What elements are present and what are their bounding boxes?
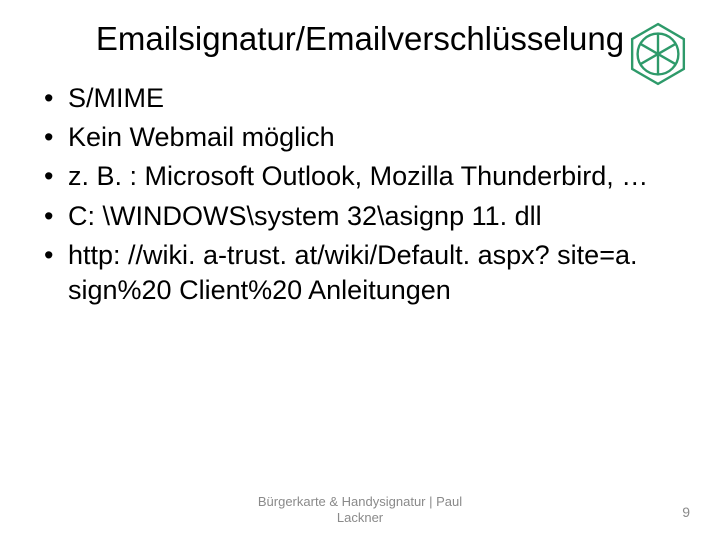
list-item: S/MIME [42, 81, 682, 116]
list-item: C: \WINDOWS\system 32\asignp 11. dll [42, 199, 682, 234]
list-item: z. B. : Microsoft Outlook, Mozilla Thund… [42, 159, 682, 194]
bullet-list: S/MIME Kein Webmail möglich z. B. : Micr… [28, 81, 692, 308]
list-item: Kein Webmail möglich [42, 120, 682, 155]
slide: Emailsignatur/Emailverschlüsselung S/MIM… [0, 0, 720, 540]
footer-credit: Bürgerkarte & Handysignatur | Paul Lackn… [0, 494, 720, 527]
page-number: 9 [682, 504, 690, 520]
footer-line: Bürgerkarte & Handysignatur | Paul [0, 494, 720, 510]
footer-line: Lackner [0, 510, 720, 526]
list-item: http: //wiki. a-trust. at/wiki/Default. … [42, 238, 682, 308]
hexagon-wheel-icon [624, 20, 692, 88]
slide-title: Emailsignatur/Emailverschlüsselung [28, 18, 692, 59]
